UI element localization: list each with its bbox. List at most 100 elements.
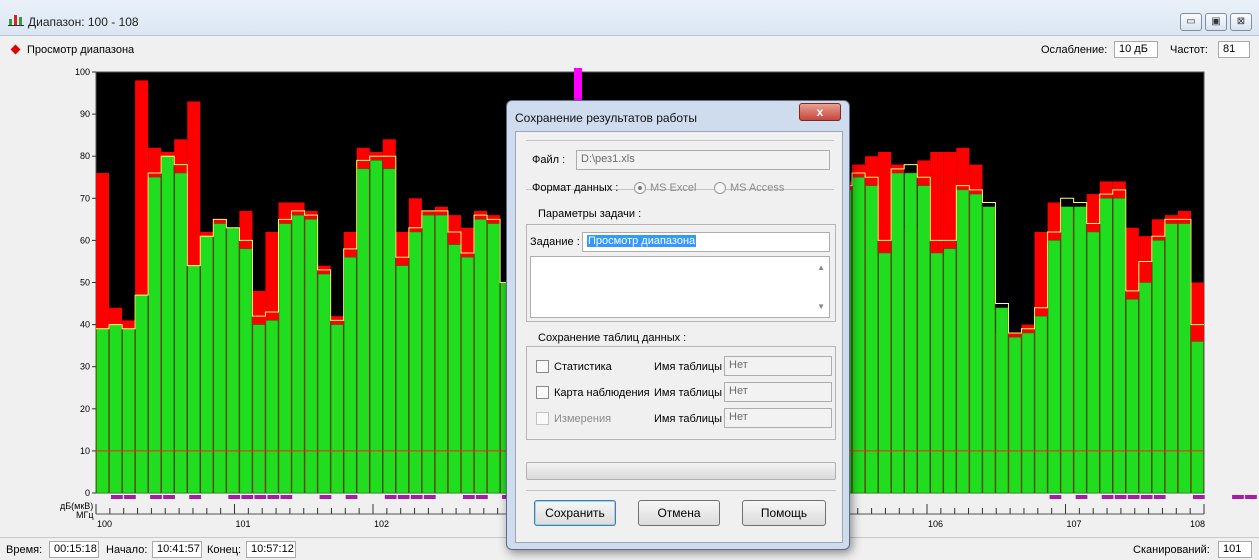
title-bar: Диапазон: 100 - 108 ▭ ▣ ⊠ xyxy=(0,0,1259,36)
current-bar xyxy=(1152,240,1165,494)
current-bar xyxy=(1178,223,1191,494)
current-bar xyxy=(917,185,931,494)
x-tick-label: 106 xyxy=(928,519,943,529)
x-tick-label: 102 xyxy=(374,519,389,529)
current-bar xyxy=(396,265,409,494)
activity-marker xyxy=(1075,495,1088,499)
activity-marker xyxy=(163,495,175,499)
measurements-table-input[interactable]: Нет xyxy=(724,408,832,428)
save-button[interactable]: Сохранить xyxy=(534,500,616,526)
activity-marker xyxy=(397,495,410,499)
help-button[interactable]: Помощь xyxy=(742,500,826,526)
file-label: Файл : xyxy=(532,154,566,166)
current-bar xyxy=(1126,299,1139,494)
statistics-table-input[interactable]: Нет xyxy=(724,356,832,376)
y-tick-label: 10 xyxy=(80,446,90,456)
current-bar xyxy=(891,172,904,494)
current-bar xyxy=(135,294,148,494)
current-bar xyxy=(956,189,970,494)
current-bar xyxy=(904,172,917,494)
save-progress-bar xyxy=(526,462,836,480)
task-name-input[interactable]: Просмотр диапазона xyxy=(582,232,830,252)
y-tick-label: 20 xyxy=(80,404,90,414)
activity-marker xyxy=(345,495,358,499)
end-label: Конец: xyxy=(207,544,242,556)
activity-marker xyxy=(476,495,488,499)
task-name-text: Просмотр диапазона xyxy=(587,235,697,247)
start-label: Начало: xyxy=(106,544,148,556)
activity-marker xyxy=(319,495,332,499)
y-tick-label: 100 xyxy=(75,67,90,77)
activity-marker xyxy=(241,495,254,499)
current-bar xyxy=(852,177,865,494)
activity-marker xyxy=(228,495,241,499)
x-tick-label: 107 xyxy=(1067,519,1082,529)
time-label: Время: xyxy=(6,544,43,556)
observation-map-checkbox[interactable] xyxy=(536,386,549,399)
activity-marker xyxy=(423,495,436,499)
current-bar xyxy=(109,324,122,494)
current-bar xyxy=(343,256,357,494)
current-bar xyxy=(187,265,201,494)
measurements-checkbox[interactable] xyxy=(536,412,549,425)
current-bar xyxy=(878,252,891,494)
cancel-button[interactable]: Отмена xyxy=(638,500,720,526)
format-access-radio[interactable] xyxy=(714,182,726,194)
activity-marker xyxy=(189,495,201,499)
minimize-button[interactable]: ▭ xyxy=(1180,13,1202,31)
activity-marker xyxy=(1192,495,1205,499)
activity-marker xyxy=(267,495,280,499)
current-bar xyxy=(969,193,983,494)
x-tick-label: 100 xyxy=(97,519,112,529)
window-title: Диапазон: 100 - 108 xyxy=(28,15,139,29)
current-bar xyxy=(1113,198,1126,494)
current-bar xyxy=(330,324,344,494)
attenuation-field[interactable]: 10 дБ xyxy=(1114,41,1158,58)
format-excel-radio[interactable] xyxy=(634,182,646,194)
statistics-checkbox[interactable] xyxy=(536,360,549,373)
current-bar xyxy=(304,219,318,494)
activity-marker xyxy=(1049,495,1062,499)
activity-marker xyxy=(150,495,162,499)
x-tick-label: 101 xyxy=(236,519,251,529)
current-bar xyxy=(1099,198,1113,494)
current-bar xyxy=(161,155,174,494)
current-bar xyxy=(213,223,227,494)
scroll-down-icon[interactable]: ▼ xyxy=(817,302,825,311)
current-bar xyxy=(96,328,109,494)
current-bar xyxy=(1008,336,1022,494)
mode-label: Просмотр диапазона xyxy=(27,44,135,56)
current-bar xyxy=(1191,341,1204,494)
activity-marker xyxy=(410,495,423,499)
current-bar xyxy=(200,235,214,494)
task-description-textarea[interactable]: ▲ ▼ xyxy=(530,256,830,318)
maximize-button[interactable]: ▣ xyxy=(1205,13,1227,31)
current-bar xyxy=(1034,315,1048,494)
mode-indicator-icon xyxy=(10,44,21,55)
measurements-label: Измерения xyxy=(554,413,612,425)
activity-marker xyxy=(1153,495,1166,499)
current-bar xyxy=(982,206,996,494)
dialog-close-button[interactable]: x xyxy=(799,103,841,121)
measurements-table-label: Имя таблицы xyxy=(654,413,723,425)
current-bar xyxy=(943,248,957,494)
observation-map-table-input[interactable]: Нет xyxy=(724,382,832,402)
current-bar xyxy=(239,248,253,494)
scroll-up-icon[interactable]: ▲ xyxy=(817,263,825,272)
scans-label: Сканирований: xyxy=(1133,544,1210,556)
statistics-table-label: Имя таблицы xyxy=(654,361,723,373)
current-bar xyxy=(148,177,161,494)
file-path-input[interactable]: D:\рез1.xls xyxy=(576,150,830,170)
format-excel-label: MS Excel xyxy=(650,182,697,194)
current-bar xyxy=(487,223,500,494)
activity-marker xyxy=(1127,495,1140,499)
current-bar xyxy=(383,168,396,494)
current-bar xyxy=(1139,282,1152,494)
current-bar xyxy=(226,227,240,494)
current-bar xyxy=(930,252,944,494)
close-button[interactable]: ⊠ xyxy=(1230,13,1252,31)
current-bar xyxy=(1086,231,1100,494)
y-tick-label: 30 xyxy=(80,362,90,372)
activity-marker xyxy=(280,495,293,499)
time-field: 00:15:18 xyxy=(49,541,99,558)
